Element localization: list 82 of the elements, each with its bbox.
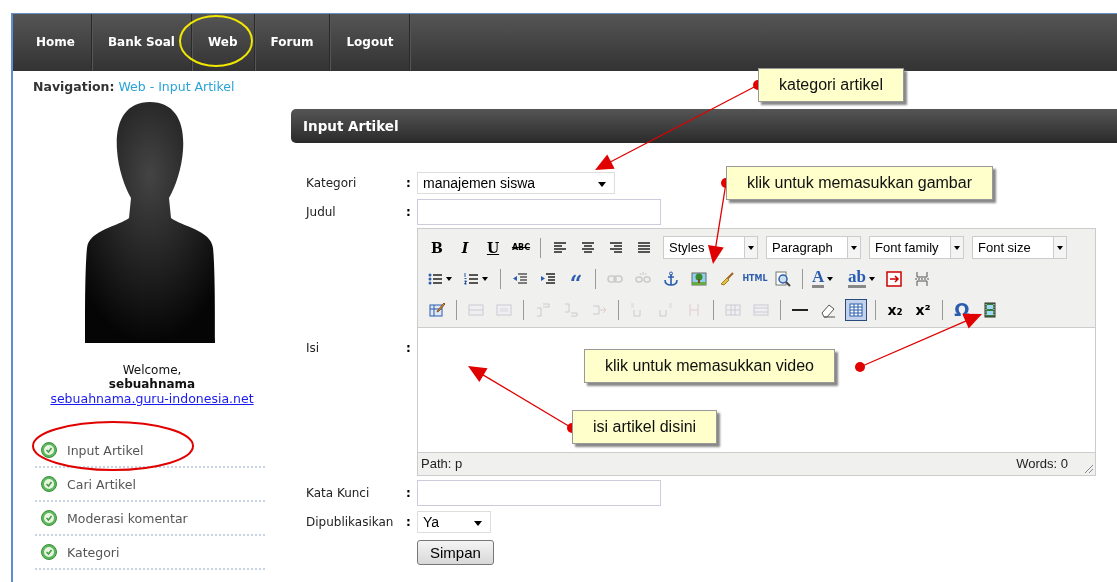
dropdown-field[interactable]: Ya xyxy=(417,510,491,533)
panel-title: Input Artikel xyxy=(303,118,399,134)
colon-text: : xyxy=(406,175,412,190)
toolbar-button[interactable]: ABC xyxy=(510,236,532,259)
colon-text: : xyxy=(406,341,412,355)
welcome-text: Welcome, xyxy=(122,363,182,377)
toolbar-button[interactable]: HTML xyxy=(744,267,766,290)
toolbar-dropdown[interactable]: Font size xyxy=(972,236,1067,259)
nav-link[interactable]: Home xyxy=(13,14,92,71)
horizontal-line-icon xyxy=(792,308,808,311)
word-count: Words: 0 xyxy=(1016,456,1068,471)
toolbar-button[interactable]: I xyxy=(454,236,476,259)
site-link[interactable]: sebuahnama.guru-indonesia.net xyxy=(50,391,254,406)
toolbar-split-button[interactable]: ab xyxy=(847,267,877,290)
caret-icon xyxy=(474,520,482,526)
sidebar-menu-item[interactable]: Moderasi komentar xyxy=(67,510,188,526)
merge-cells-icon xyxy=(753,301,769,318)
table-grid-icon xyxy=(848,301,864,318)
toolbar-button[interactable]: x² xyxy=(912,298,934,321)
indent-icon xyxy=(540,270,556,287)
toolbar-dropdown[interactable]: Paragraph xyxy=(766,236,861,259)
colon-text: : xyxy=(406,485,412,500)
annotation-callout: kategori artikel xyxy=(758,68,905,102)
field-label: Kata Kunci xyxy=(306,485,371,500)
colon-text: : xyxy=(406,204,412,219)
toolbar-split-button[interactable]: A xyxy=(811,267,841,290)
toolbar-button[interactable]: B xyxy=(426,236,448,259)
element-path: Path: p xyxy=(421,456,463,471)
sidebar-menu-item[interactable]: Cari Artikel xyxy=(67,476,136,492)
numbered-list-icon xyxy=(463,270,479,287)
breadcrumb-label: Navigation: xyxy=(33,79,115,94)
annotation-callout: klik untuk memasukkan video xyxy=(584,349,835,383)
align-center-icon xyxy=(580,239,596,256)
brush-icon xyxy=(719,270,735,287)
text-field[interactable] xyxy=(417,198,661,225)
split-cells-icon xyxy=(725,301,741,318)
toolbar-button[interactable]: U xyxy=(482,236,504,259)
field-label: Judul xyxy=(306,204,337,219)
field-label: Kategori xyxy=(306,175,358,190)
caret-icon xyxy=(950,237,963,258)
filmstrip-icon xyxy=(982,301,998,318)
annotation-callout: isi artikel disini xyxy=(572,410,718,444)
arrow-square-icon xyxy=(886,270,902,287)
table-pencil-icon xyxy=(429,301,445,318)
outdent-icon xyxy=(512,270,528,287)
nav-link[interactable]: Forum xyxy=(254,14,331,71)
check-circle-icon xyxy=(41,544,57,560)
toolbar-button[interactable]: “ xyxy=(565,267,587,290)
magnifier-page-icon xyxy=(775,270,791,287)
sidebar-menu-item[interactable]: Kategori xyxy=(67,544,120,560)
table-row-icon xyxy=(468,301,484,318)
table-cell-icon xyxy=(496,301,512,318)
annotation-callout: klik untuk memasukkan gambar xyxy=(726,166,993,200)
align-justify-icon xyxy=(636,239,652,256)
resize-grip-icon[interactable] xyxy=(1084,464,1094,474)
nav-link[interactable]: Bank Soal xyxy=(91,14,192,71)
toolbar-button[interactable] xyxy=(845,298,867,321)
sidebar-menu-item[interactable]: Input Artikel xyxy=(67,442,144,458)
caret-icon xyxy=(598,181,606,187)
landscape-image-icon xyxy=(691,270,707,287)
check-circle-icon xyxy=(41,510,57,526)
align-left-icon xyxy=(552,239,568,256)
toolbar-dropdown[interactable]: Styles xyxy=(663,236,758,259)
caret-icon xyxy=(744,237,757,258)
check-circle-icon xyxy=(41,476,57,492)
field-label: Isi xyxy=(306,341,321,355)
page-break-icon xyxy=(914,270,930,287)
nav-link[interactable]: Web xyxy=(192,14,255,71)
save-button[interactable]: Simpan xyxy=(417,539,494,565)
dropdown-field[interactable]: manajemen siswa xyxy=(417,171,615,194)
toolbar-dropdown[interactable]: Font family xyxy=(869,236,964,259)
toolbar-button[interactable]: x₂ xyxy=(884,298,906,321)
check-circle-icon xyxy=(41,442,57,458)
colon-text: : xyxy=(406,514,412,529)
text-field[interactable] xyxy=(417,479,661,506)
nav-link[interactable]: Logout xyxy=(330,14,411,71)
caret-icon xyxy=(1053,237,1066,258)
caret-icon xyxy=(847,237,860,258)
align-right-icon xyxy=(608,239,624,256)
field-label: Dipublikasikan xyxy=(306,514,395,529)
username: sebuahnama xyxy=(108,377,196,391)
anchor-icon xyxy=(663,270,679,287)
